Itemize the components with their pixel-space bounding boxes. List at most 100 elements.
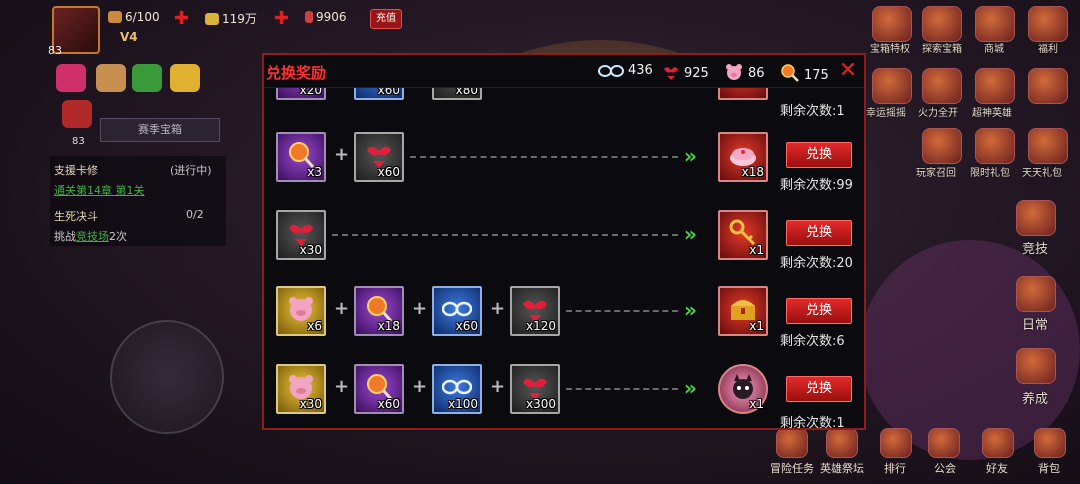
adventure-quest-icon[interactable] — [776, 428, 808, 458]
close-button[interactable]: ✕ — [838, 60, 858, 82]
super-hero-icon[interactable] — [975, 68, 1015, 104]
exchange-button[interactable]: 兑换 — [786, 220, 852, 246]
reward-item-cat-avatar: x1 — [718, 364, 768, 414]
currency-glasses: 436 — [598, 63, 653, 78]
reward-item — [718, 88, 768, 100]
exchange-button[interactable]: 兑换 — [786, 298, 852, 324]
lollipop-icon — [781, 64, 799, 82]
player-level: 83 — [48, 44, 62, 57]
cost-item-pig: x30 — [276, 364, 326, 414]
shop-icon[interactable] — [975, 6, 1015, 42]
side-label: 竞技 — [1022, 242, 1049, 257]
arena-icon[interactable] — [1016, 200, 1056, 236]
reward-qty: x1 — [749, 243, 764, 257]
explore-chest-icon[interactable] — [922, 6, 962, 42]
hero-altar-icon[interactable] — [826, 428, 858, 458]
plus-sign: + — [412, 298, 428, 319]
plus-sign: + — [490, 298, 506, 319]
backpack-icon[interactable] — [1034, 428, 1066, 458]
side-label: 宝箱特权 — [870, 44, 910, 55]
quest-panel: 支援卡修 (进行中) 通关第14章 第1关 生死决斗 0/2 挑战竞技场2次 — [50, 156, 226, 246]
season-chest-icon[interactable] — [62, 100, 92, 128]
cost-qty: x6 — [307, 319, 322, 333]
stamina-icon — [108, 11, 122, 23]
season-chest-button[interactable]: 赛季宝箱 — [100, 118, 220, 142]
cost-item-bikini: x300 — [510, 364, 560, 414]
plus-sign: + — [334, 376, 350, 397]
season-chest-level: 83 — [72, 136, 85, 147]
welfare-icon[interactable] — [1028, 6, 1068, 42]
gem-icon — [305, 11, 313, 23]
add-gold-button[interactable]: ✚ — [274, 8, 289, 29]
cost-item-lollipop: x18 — [354, 286, 404, 336]
currency-lollipop: 175 — [780, 63, 829, 83]
exchange-row: x3 + x60 » x18 兑换 剩余次数:99 — [264, 132, 864, 193]
exchange-row: x20 x60 x80 剩余次数:1 — [264, 88, 864, 119]
cost-qty: x60 — [377, 88, 400, 97]
stamina-counter: 6/100 — [108, 10, 160, 24]
heart-icon[interactable] — [56, 64, 86, 92]
cost-item-glasses: x100 — [432, 364, 482, 414]
daily-pack-icon[interactable] — [1028, 128, 1068, 164]
exchange-button[interactable]: 兑换 — [786, 142, 852, 168]
reward-item-cake: x18 — [718, 132, 768, 182]
gold-icon — [205, 13, 219, 25]
cost-qty: x100 — [447, 397, 478, 411]
remaining-count: 剩余次数:99 — [780, 178, 853, 193]
player-recall-icon[interactable] — [922, 128, 962, 164]
add-stamina-button[interactable]: ✚ — [174, 8, 189, 29]
cost-item-lollipop: x60 — [354, 364, 404, 414]
cost-item: x20 — [276, 88, 326, 100]
ranking-icon[interactable] — [880, 428, 912, 458]
limited-pack-icon[interactable] — [975, 128, 1015, 164]
daily-icon[interactable] — [1016, 276, 1056, 312]
reward-item-key: x1 — [718, 210, 768, 260]
lucky-spin-icon[interactable] — [872, 68, 912, 104]
cost-qty: x120 — [525, 319, 556, 333]
side-label: 日常 — [1022, 318, 1049, 333]
star-icon[interactable] — [170, 64, 200, 92]
remaining-count: 剩余次数:1 — [780, 104, 845, 119]
cost-qty: x80 — [455, 88, 478, 97]
cost-qty: x60 — [377, 165, 400, 179]
gold-counter: 119万 — [205, 10, 257, 27]
guild-icon[interactable] — [928, 428, 960, 458]
remaining-count: 剩余次数:1 — [780, 416, 845, 428]
vip-privilege-icon[interactable] — [872, 6, 912, 42]
full-power-icon[interactable] — [922, 68, 962, 104]
cost-item: x60 — [354, 88, 404, 100]
plus-sign: + — [490, 376, 506, 397]
develop-icon[interactable] — [1016, 348, 1056, 384]
exchange-button[interactable]: 兑换 — [786, 376, 852, 402]
daily-bonus-icon[interactable] — [1028, 68, 1068, 104]
side-label: 超神英雄 — [972, 108, 1012, 119]
side-label: 限时礼包 — [970, 168, 1010, 179]
friends-icon[interactable] — [982, 428, 1014, 458]
cost-item-lollipop: x3 — [276, 132, 326, 182]
side-label: 探索宝箱 — [922, 44, 962, 55]
remaining-count: 剩余次数:20 — [780, 256, 853, 271]
recharge-button[interactable]: 充值 — [370, 9, 402, 29]
currency-pig: 86 — [724, 63, 765, 81]
cost-qty: x60 — [377, 397, 400, 411]
chevron-right-icon: » — [684, 144, 697, 168]
quest-2-desc-link[interactable]: 竞技场 — [76, 230, 109, 243]
exchange-list[interactable]: x20 x60 x80 剩余次数:1 x3 + x60 » x18 兑换 剩余次… — [264, 88, 864, 428]
mail-icon[interactable] — [96, 64, 126, 92]
gem-counter: 9906 — [305, 10, 347, 24]
side-label: 天天礼包 — [1022, 168, 1062, 179]
glasses-icon — [598, 65, 624, 77]
gift-icon[interactable] — [132, 64, 162, 92]
side-label: 商城 — [984, 44, 1004, 55]
top-hud: 83 6/100 ✚ 119万 ✚ 9906 充值 V4 — [0, 0, 1080, 57]
exchange-row: x30 + x60 + x100 + x300 » x1 兑换 剩余次数:1 — [264, 362, 864, 428]
virtual-joystick[interactable] — [110, 320, 224, 434]
side-label: 福利 — [1038, 44, 1058, 55]
bikini-icon — [664, 67, 678, 80]
remaining-count: 剩余次数:6 — [780, 334, 845, 349]
cost-qty: x30 — [299, 397, 322, 411]
cost-qty: x60 — [455, 319, 478, 333]
exchange-row: x6 + x18 + x60 + x120 » x1 兑换 剩余次数:6 — [264, 286, 864, 349]
cost-item-pig: x6 — [276, 286, 326, 336]
bottom-label: 好友 — [986, 462, 1008, 475]
